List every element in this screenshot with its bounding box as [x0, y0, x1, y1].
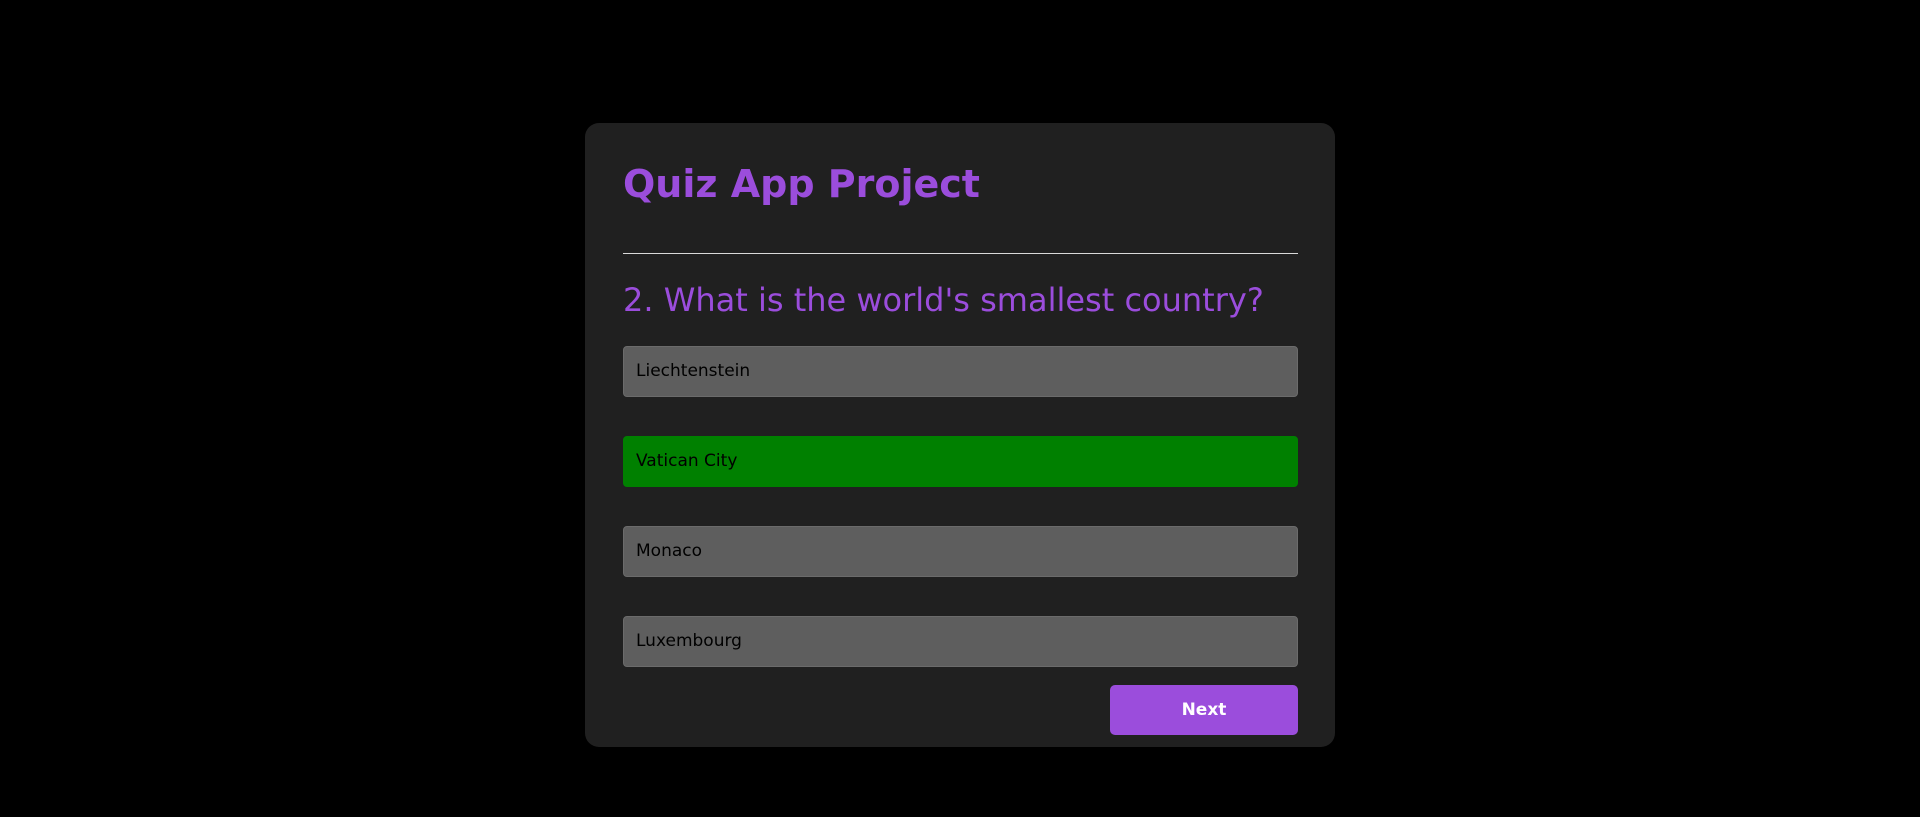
page: Quiz App Project 2. What is the world's … — [0, 0, 1920, 817]
answer-button-2[interactable]: Vatican City — [623, 436, 1298, 487]
answer-list: Liechtenstein Vatican City Monaco Luxemb… — [623, 346, 1298, 706]
quiz-card: Quiz App Project 2. What is the world's … — [585, 123, 1335, 747]
answer-button-3[interactable]: Monaco — [623, 526, 1298, 577]
question-text: 2. What is the world's smallest country? — [623, 281, 1264, 319]
next-button[interactable]: Next — [1110, 685, 1298, 735]
answer-button-4[interactable]: Luxembourg — [623, 616, 1298, 667]
title-divider — [623, 253, 1298, 254]
app-title: Quiz App Project — [623, 162, 980, 206]
answer-button-1[interactable]: Liechtenstein — [623, 346, 1298, 397]
